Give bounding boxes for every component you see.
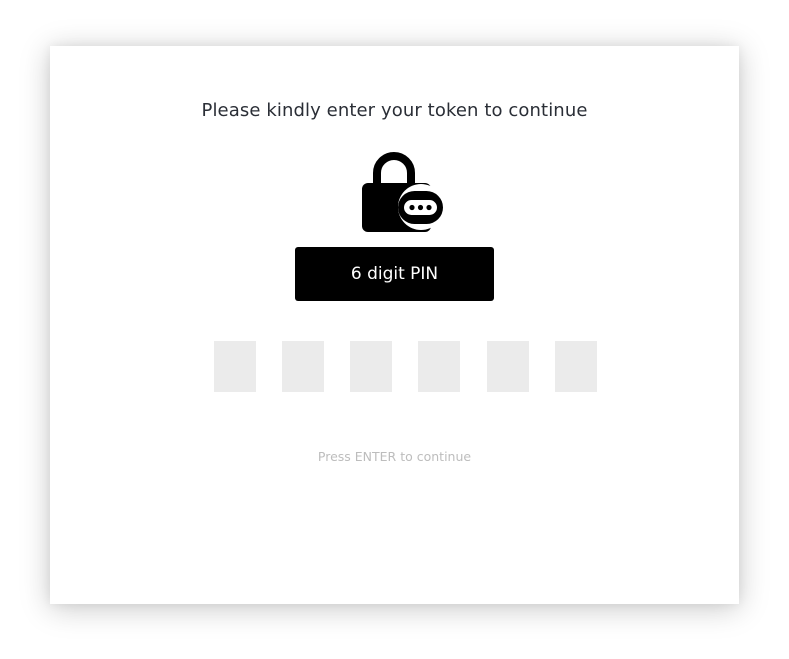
six-digit-pin-button[interactable]: 6 digit PIN	[295, 247, 494, 301]
enter-hint: Press ENTER to continue	[317, 449, 472, 464]
token-card: Please kindly enter your token to contin…	[50, 46, 739, 604]
pin-digit-3-input[interactable]	[350, 341, 392, 392]
lock-icon	[359, 149, 445, 233]
pin-digit-4-input[interactable]	[418, 341, 460, 392]
pin-digit-1-input[interactable]	[214, 341, 256, 392]
pin-digit-6-input[interactable]	[555, 341, 597, 392]
pin-digit-5-input[interactable]	[487, 341, 529, 392]
pin-digit-2-input[interactable]	[282, 341, 324, 392]
page-title: Please kindly enter your token to contin…	[201, 100, 588, 121]
